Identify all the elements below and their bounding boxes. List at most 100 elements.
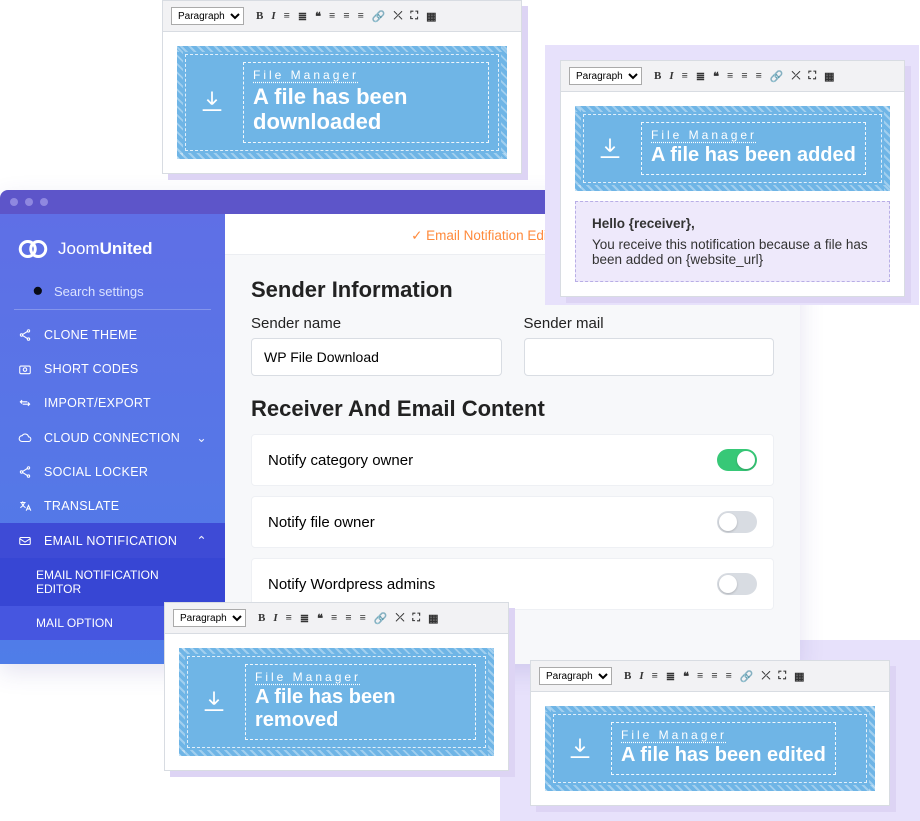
- brand-logo-icon: [18, 234, 48, 264]
- bold-icon[interactable]: B: [258, 612, 265, 625]
- sender-mail-input[interactable]: [524, 338, 775, 376]
- camera-icon: [18, 362, 32, 376]
- align-center-icon[interactable]: ≡: [345, 612, 351, 625]
- bullet-list-icon[interactable]: ≡: [284, 10, 290, 23]
- format-select[interactable]: Paragraph: [569, 67, 642, 85]
- notify-category-owner-label: Notify category owner: [268, 452, 413, 469]
- notify-file-owner-label: Notify file owner: [268, 514, 375, 531]
- editor-card-edited: Paragraph B I ≡ ≣ ❝ ≡ ≡ ≡ 🔗 ⤫ ⛶ ▦ File M…: [530, 660, 890, 806]
- notify-category-owner-row: Notify category owner: [251, 434, 774, 486]
- download-icon: [563, 732, 597, 766]
- align-left-icon[interactable]: ≡: [697, 670, 703, 683]
- quote-icon[interactable]: ❝: [315, 10, 321, 23]
- table-icon[interactable]: ▦: [426, 10, 436, 23]
- editor-card-downloaded: Paragraph B I ≡ ≣ ❝ ≡ ≡ ≡ 🔗 ⤫ ⛶ ▦ File M…: [162, 0, 522, 174]
- notify-admins-label: Notify Wordpress admins: [268, 576, 435, 593]
- format-select[interactable]: Paragraph: [171, 7, 244, 25]
- swap-icon: [18, 396, 32, 410]
- table-icon[interactable]: ▦: [428, 612, 438, 625]
- receiver-heading: Receiver And Email Content: [251, 396, 774, 422]
- sidebar-item-translate[interactable]: TRANSLATE: [0, 489, 225, 523]
- quote-icon[interactable]: ❝: [683, 670, 689, 683]
- translate-icon: [18, 499, 32, 513]
- number-list-icon[interactable]: ≣: [666, 670, 675, 683]
- editor-toolbar: Paragraph B I ≡ ≣ ❝ ≡ ≡ ≡ 🔗 ⤫ ⛶ ▦: [165, 603, 508, 634]
- bullet-list-icon[interactable]: ≡: [682, 70, 688, 83]
- format-select[interactable]: Paragraph: [539, 667, 612, 685]
- align-center-icon[interactable]: ≡: [711, 670, 717, 683]
- bullet-list-icon[interactable]: ≡: [286, 612, 292, 625]
- sidebar-item-cloud-connection[interactable]: CLOUD CONNECTION⌄: [0, 420, 225, 455]
- align-center-icon[interactable]: ≡: [343, 10, 349, 23]
- bullet-list-icon[interactable]: ≡: [652, 670, 658, 683]
- italic-icon[interactable]: I: [271, 10, 275, 23]
- notify-category-owner-toggle[interactable]: [717, 449, 757, 471]
- link-icon[interactable]: 🔗: [740, 670, 754, 683]
- fullscreen-icon[interactable]: ⛶: [778, 670, 786, 683]
- unlink-icon[interactable]: ⤫: [396, 612, 405, 625]
- align-right-icon[interactable]: ≡: [360, 612, 366, 625]
- window-dot: [40, 198, 48, 206]
- unlink-icon[interactable]: ⤫: [792, 70, 801, 83]
- notify-file-owner-toggle[interactable]: [717, 511, 757, 533]
- quote-icon[interactable]: ❝: [317, 612, 323, 625]
- sidebar-item-import-export[interactable]: IMPORT/EXPORT: [0, 386, 225, 420]
- number-list-icon[interactable]: ≣: [300, 612, 309, 625]
- align-center-icon[interactable]: ≡: [741, 70, 747, 83]
- link-icon[interactable]: 🔗: [372, 10, 386, 23]
- banner-headline: A file has been downloaded: [253, 84, 479, 135]
- italic-icon[interactable]: I: [273, 612, 277, 625]
- window-dot: [10, 198, 18, 206]
- sidebar-item-email-notification[interactable]: EMAIL NOTIFICATION⌃: [0, 523, 225, 558]
- sidebar-item-short-codes[interactable]: SHORT CODES: [0, 352, 225, 386]
- italic-icon[interactable]: I: [669, 70, 673, 83]
- align-right-icon[interactable]: ≡: [756, 70, 762, 83]
- unlink-icon[interactable]: ⤫: [394, 10, 403, 23]
- table-icon[interactable]: ▦: [824, 70, 834, 83]
- preview-body: You receive this notification because a …: [592, 237, 873, 267]
- editor-toolbar: Paragraph B I ≡ ≣ ❝ ≡ ≡ ≡ 🔗 ⤫ ⛶ ▦: [531, 661, 889, 692]
- quote-icon[interactable]: ❝: [713, 70, 719, 83]
- sidebar: JoomUnited Search settings CLONE THEME S…: [0, 214, 225, 664]
- sender-name-input[interactable]: [251, 338, 502, 376]
- number-list-icon[interactable]: ≣: [696, 70, 705, 83]
- bold-icon[interactable]: B: [256, 10, 263, 23]
- align-left-icon[interactable]: ≡: [727, 70, 733, 83]
- search-input[interactable]: Search settings: [14, 278, 211, 310]
- notify-admins-toggle[interactable]: [717, 573, 757, 595]
- editor-card-removed: Paragraph B I ≡ ≣ ❝ ≡ ≡ ≡ 🔗 ⤫ ⛶ ▦ File M…: [164, 602, 509, 771]
- fullscreen-icon[interactable]: ⛶: [412, 612, 420, 625]
- align-left-icon[interactable]: ≡: [331, 612, 337, 625]
- sidebar-item-clone-theme[interactable]: CLONE THEME: [0, 318, 225, 352]
- cloud-icon: [18, 431, 32, 445]
- align-right-icon[interactable]: ≡: [726, 670, 732, 683]
- bold-icon[interactable]: B: [654, 70, 661, 83]
- table-icon[interactable]: ▦: [794, 670, 804, 683]
- banner-downloaded: File Manager A file has been downloaded: [177, 46, 507, 159]
- unlink-icon[interactable]: ⤫: [762, 670, 771, 683]
- link-icon[interactable]: 🔗: [374, 612, 388, 625]
- search-icon: [32, 285, 46, 299]
- email-preview: Hello {receiver}, You receive this notif…: [575, 201, 890, 282]
- brand-name: JoomUnited: [58, 239, 152, 259]
- tab-email-editor[interactable]: Email Notifiation Editor: [411, 228, 563, 244]
- align-left-icon[interactable]: ≡: [329, 10, 335, 23]
- fullscreen-icon[interactable]: ⛶: [808, 70, 816, 83]
- mail-icon: [18, 534, 32, 548]
- banner-removed: File Manager A file has been removed: [179, 648, 494, 756]
- bold-icon[interactable]: B: [624, 670, 631, 683]
- chevron-down-icon: ⌄: [196, 430, 207, 445]
- download-icon: [197, 685, 231, 719]
- preview-hello: Hello {receiver},: [592, 216, 873, 231]
- align-right-icon[interactable]: ≡: [358, 10, 364, 23]
- format-select[interactable]: Paragraph: [173, 609, 246, 627]
- fullscreen-icon[interactable]: ⛶: [410, 10, 418, 23]
- number-list-icon[interactable]: ≣: [298, 10, 307, 23]
- notify-file-owner-row: Notify file owner: [251, 496, 774, 548]
- sidebar-sub-email-editor[interactable]: EMAIL NOTIFICATION EDITOR: [0, 558, 225, 606]
- search-placeholder: Search settings: [54, 284, 144, 299]
- link-icon[interactable]: 🔗: [770, 70, 784, 83]
- sidebar-item-social-locker[interactable]: SOCIAL LOCKER: [0, 455, 225, 489]
- italic-icon[interactable]: I: [639, 670, 643, 683]
- sender-mail-label: Sender mail: [524, 315, 775, 332]
